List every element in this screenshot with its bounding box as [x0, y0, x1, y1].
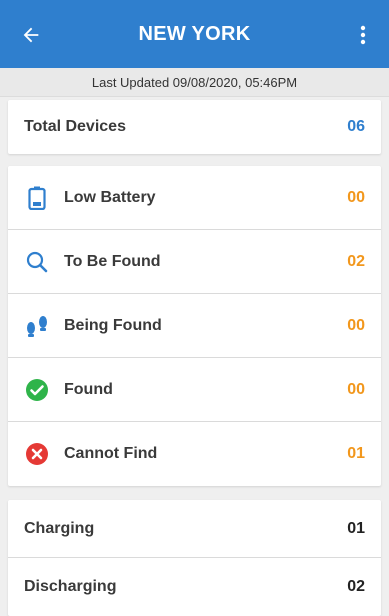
total-devices-row[interactable]: Total Devices 06: [8, 100, 381, 154]
power-value: 01: [347, 519, 365, 537]
battery-icon: [24, 185, 50, 211]
status-row-cannot-find[interactable]: Cannot Find 01: [8, 422, 381, 486]
power-row-charging[interactable]: Charging 01: [8, 500, 381, 558]
last-updated-text: Last Updated 09/08/2020, 05:46PM: [0, 68, 389, 97]
error-circle-icon: [24, 441, 50, 467]
status-value: 00: [347, 316, 365, 334]
check-circle-icon: [24, 377, 50, 403]
status-value: 00: [347, 188, 365, 206]
total-devices-card: Total Devices 06: [8, 100, 381, 154]
more-vertical-icon: [360, 25, 366, 45]
power-label: Charging: [24, 519, 95, 537]
power-label: Discharging: [24, 578, 117, 595]
status-row-low-battery[interactable]: Low Battery 00: [8, 166, 381, 230]
app-bar: NEW YORK: [0, 0, 389, 68]
status-label: Being Found: [64, 316, 162, 334]
footprints-icon: [24, 313, 50, 339]
status-label: Found: [64, 380, 113, 398]
status-value: 00: [347, 380, 365, 398]
overflow-menu-button[interactable]: [349, 18, 377, 52]
total-devices-value: 06: [347, 118, 365, 135]
status-value: 01: [347, 445, 365, 462]
status-label: Cannot Find: [64, 445, 158, 462]
total-devices-label: Total Devices: [24, 118, 126, 135]
power-value: 02: [347, 578, 365, 595]
status-value: 02: [347, 252, 365, 270]
status-card: Low Battery 00 To Be Found 02 Being Foun…: [8, 166, 381, 486]
status-row-found[interactable]: Found 00: [8, 358, 381, 422]
search-icon: [24, 249, 50, 275]
status-row-being-found[interactable]: Being Found 00: [8, 294, 381, 358]
power-row-discharging[interactable]: Discharging 02: [8, 558, 381, 616]
power-card: Charging 01 Discharging 02: [8, 500, 381, 616]
status-label: Low Battery: [64, 188, 156, 206]
status-label: To Be Found: [64, 252, 161, 270]
status-row-to-be-found[interactable]: To Be Found 02: [8, 230, 381, 294]
page-title: NEW YORK: [138, 22, 251, 45]
